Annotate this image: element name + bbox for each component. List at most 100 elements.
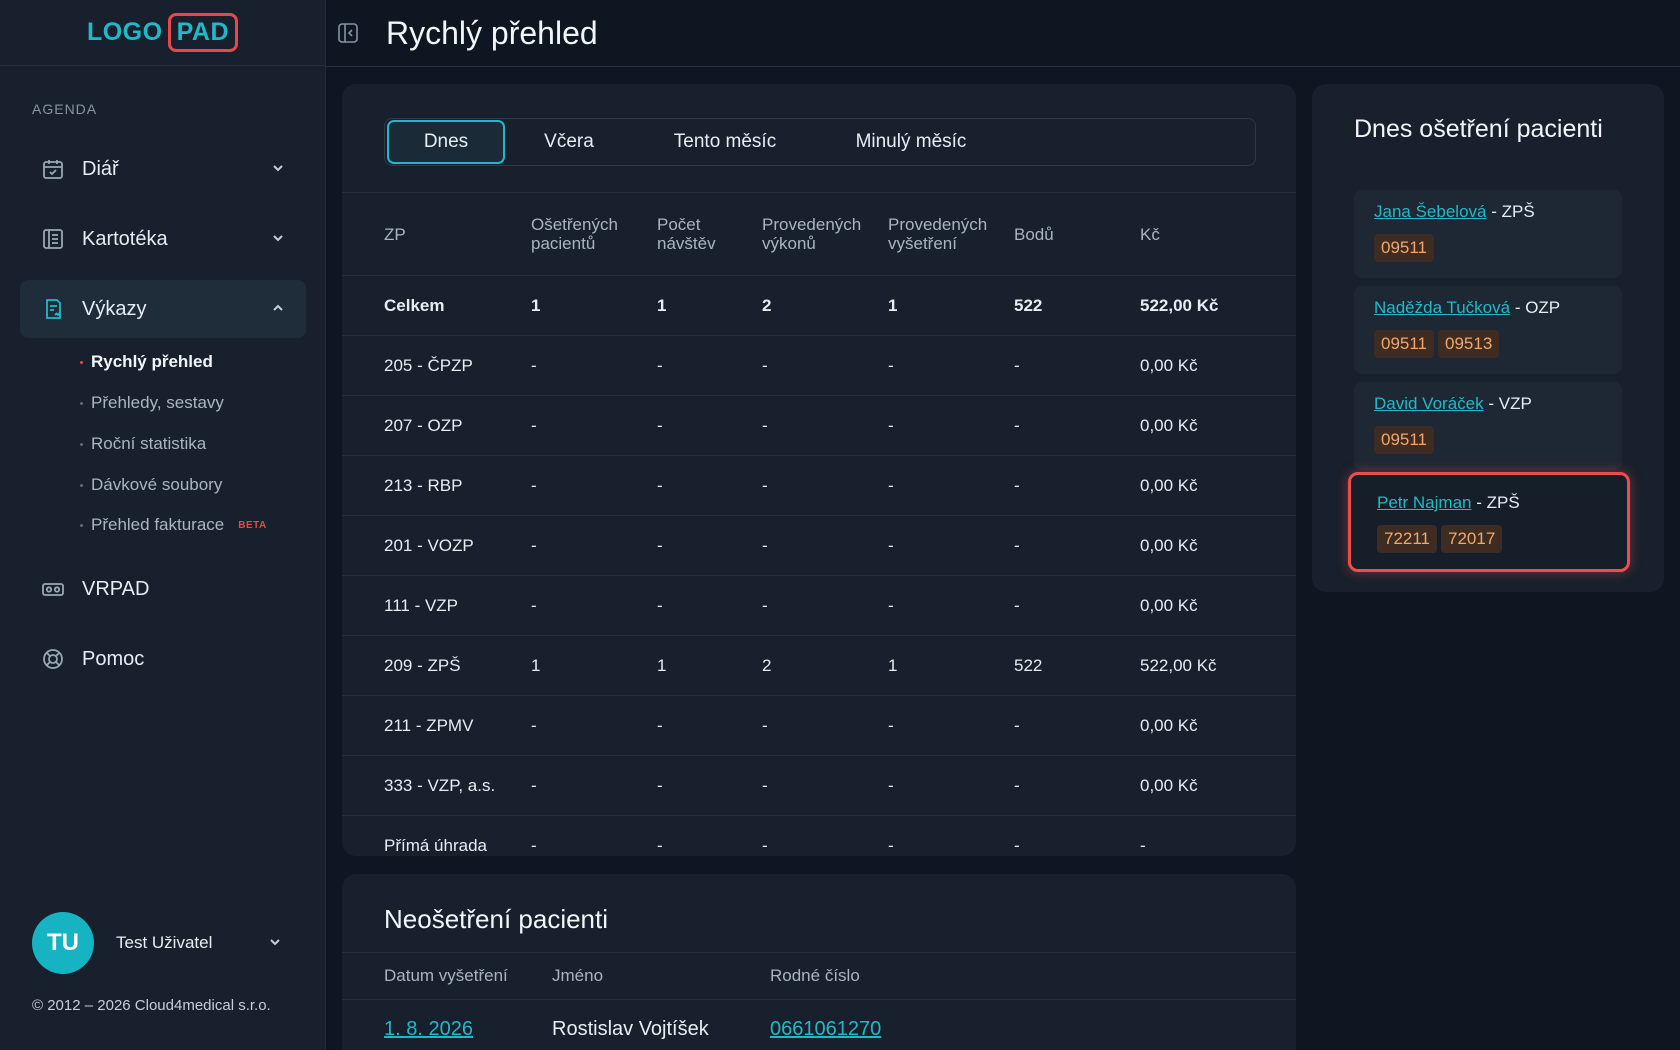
patient-link[interactable]: Naděžda Tučková <box>1374 298 1510 317</box>
table-cell: 1 <box>531 295 541 315</box>
patient-name: Rostislav Vojtíšek <box>552 1017 709 1040</box>
table-cell: - <box>657 836 663 855</box>
subitem-label: Roční statistika <box>91 434 207 453</box>
table-cell: - <box>531 355 537 375</box>
logo-area: LOGO PAD <box>0 0 325 66</box>
sidebar-item-label: Kartotéka <box>82 227 168 250</box>
section-title: Dnes ošetření pacienti <box>1354 115 1603 143</box>
tab-dnes[interactable]: Dnes <box>387 120 505 164</box>
procedure-code: 09513 <box>1438 330 1500 358</box>
insurer-cell: Přímá úhrada <box>384 836 487 855</box>
table-cell: - <box>1014 535 1020 555</box>
table-row: 205 - ČPZP - - - - - 0,00 Kč <box>342 336 1296 396</box>
table-cell: 522 <box>1014 655 1043 675</box>
report-icon <box>40 296 66 322</box>
beta-badge: BETA <box>238 519 267 531</box>
sidebar-subitem-prehled-fakturace[interactable]: Přehled fakturace BETA <box>80 515 267 535</box>
patient-card-highlighted: Petr Najman - ZPŠ 72211 72017 <box>1348 472 1630 572</box>
patient-link[interactable]: Petr Najman <box>1377 493 1471 512</box>
section-title: Neošetření pacienti <box>384 904 609 934</box>
sidebar-item-diar[interactable]: Diář <box>20 140 306 198</box>
sidebar-item-vrpad[interactable]: VRPAD <box>20 560 306 618</box>
sidebar-subitem-rychly-prehled[interactable]: Rychlý přehled <box>80 352 213 372</box>
table-cell: 0,00 Kč <box>1140 715 1198 735</box>
table-cell: - <box>888 715 894 735</box>
table-cell: - <box>1014 415 1020 435</box>
logo-text-1: LOGO <box>86 18 163 46</box>
sidebar-item-pomoc[interactable]: Pomoc <box>20 630 306 688</box>
sidebar-item-vykazy[interactable]: Výkazy <box>20 280 306 338</box>
sidebar-subitem-prehledy-sestavy[interactable]: Přehledy, sestavy <box>80 393 224 413</box>
tab-vcera[interactable]: Včera <box>505 120 633 164</box>
period-tabs: Dnes Včera Tento měsíc Minulý měsíc <box>384 118 1256 166</box>
table-cell: - <box>888 836 894 855</box>
bullet <box>80 442 83 446</box>
sidebar-item-label: Pomoc <box>82 647 145 670</box>
today-patients-card: Dnes ošetření pacienti Jana Šebelová - Z… <box>1312 84 1664 592</box>
table-cell: - <box>888 775 894 795</box>
table-cell: 0,00 Kč <box>1140 595 1198 615</box>
column-header: Počet návštěv <box>657 215 716 253</box>
table-cell: - <box>1014 355 1020 375</box>
bullet <box>80 360 83 364</box>
table-header: ZP Ošetřených pacientů Počet návštěv Pro… <box>342 192 1296 276</box>
patient-card: Jana Šebelová - ZPŠ 09511 <box>1354 190 1622 278</box>
column-header: Rodné číslo <box>770 966 860 985</box>
insurer: ZPŠ <box>1486 493 1520 512</box>
table-cell: 522,00 Kč <box>1140 655 1217 675</box>
bullet <box>80 401 83 405</box>
table-cell: - <box>762 355 768 375</box>
insurer-cell: 201 - VOZP <box>384 535 474 555</box>
untreated-card: Neošetření pacienti Datum vyšetření Jmén… <box>342 874 1296 1050</box>
birth-number-link[interactable]: 0661061270 <box>770 1018 881 1040</box>
chevron-down-icon <box>266 161 290 178</box>
sidebar: LOGO PAD AGENDA Diář Kartotéka Výkazy Ry… <box>0 0 326 1050</box>
table-cell: - <box>657 535 663 555</box>
table-cell: - <box>1014 475 1020 495</box>
column-header: ZP <box>384 224 406 244</box>
table-row: Přímá úhrada - - - - - - <box>342 816 1296 856</box>
table-cell: - <box>531 836 537 855</box>
sidebar-collapse-icon[interactable] <box>336 21 360 45</box>
logo-text-2: PAD <box>167 13 239 52</box>
logo[interactable]: LOGO PAD <box>86 13 239 52</box>
table-cell: - <box>1140 836 1146 855</box>
sidebar-subitem-davkove-soubory[interactable]: Dávkové soubory <box>80 475 222 495</box>
insurer-cell: 211 - ZPMV <box>384 715 474 735</box>
header: Rychlý přehled <box>326 0 1680 67</box>
table-cell: - <box>888 475 894 495</box>
sidebar-item-kartoteka[interactable]: Kartotéka <box>20 210 306 268</box>
insurer-cell: Celkem <box>384 295 445 315</box>
table-cell: - <box>657 715 663 735</box>
subitem-label: Rychlý přehled <box>91 352 213 371</box>
subitem-label: Přehledy, sestavy <box>91 393 224 412</box>
user-menu[interactable]: TU Test Uživatel <box>32 912 292 974</box>
stats-card: Dnes Včera Tento měsíc Minulý měsíc ZP O… <box>342 84 1296 856</box>
patient-link[interactable]: Jana Šebelová <box>1374 202 1486 221</box>
chevron-down-icon <box>268 935 282 952</box>
patient-card: Naděžda Tučková - OZP 09511 09513 <box>1354 286 1622 374</box>
column-header: Jméno <box>552 966 604 985</box>
section-label: AGENDA <box>32 101 98 117</box>
exam-date-link[interactable]: 1. 8. 2026 <box>384 1018 473 1040</box>
insurer: ZPŠ <box>1501 202 1535 221</box>
sidebar-subitem-rocni-statistika[interactable]: Roční statistika <box>80 434 206 454</box>
table-cell: - <box>762 595 768 615</box>
table-cell: - <box>1014 775 1020 795</box>
table-cell: - <box>657 355 663 375</box>
column-header: Ošetřených pacientů <box>531 215 618 253</box>
patient-link[interactable]: David Voráček <box>1374 394 1484 413</box>
table-cell: - <box>762 775 768 795</box>
stats-table: ZP Ošetřených pacientů Počet návštěv Pro… <box>342 192 1296 856</box>
tab-minuly-mesic[interactable]: Minulý měsíc <box>817 120 1005 164</box>
tab-tento-mesic[interactable]: Tento měsíc <box>633 120 817 164</box>
table-cell: - <box>762 836 768 855</box>
column-header: Provedených vyšetření <box>888 215 988 253</box>
sidebar-item-label: VRPAD <box>82 577 150 600</box>
table-cell: 1 <box>888 295 898 315</box>
column-header: Provedených výkonů <box>762 215 862 253</box>
subitem-label: Přehled fakturace <box>91 515 225 534</box>
table-cell: 1 <box>888 655 898 675</box>
table-cell: 522 <box>1014 295 1043 315</box>
table-cell: - <box>657 475 663 495</box>
